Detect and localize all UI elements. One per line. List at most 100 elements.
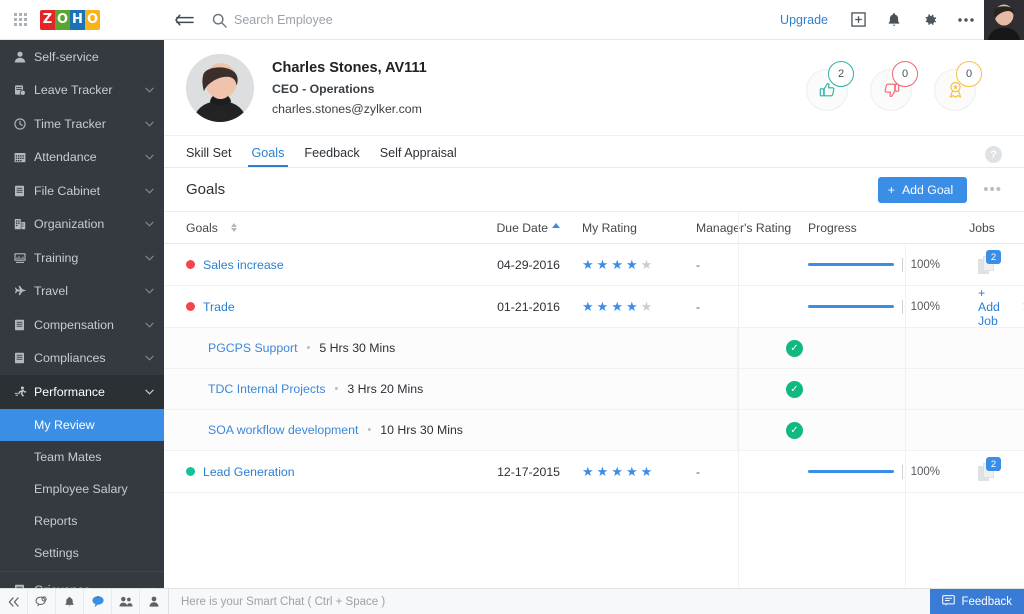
goals-table: Goals Due Date My Rating Manager's Ratin… [164, 212, 1024, 588]
table-row[interactable]: Sales increase 04-29-2016 ★ ★ ★ ★ ★ -100% 2 [164, 244, 1024, 286]
jobs-count-icon[interactable]: 2 [978, 457, 1001, 481]
sidebar-item-compensation[interactable]: Compensation [0, 308, 164, 342]
profile-header: Charles Stones, AV111 CEO - Operations c… [164, 40, 1024, 136]
smart-chat-icon[interactable] [84, 588, 112, 614]
sidebar-subitem-team-mates[interactable]: Team Mates [0, 441, 164, 473]
chevron-down-icon[interactable] [145, 286, 154, 296]
person-icon[interactable] [140, 589, 168, 614]
thumbs-down-badge[interactable]: 0 [870, 60, 918, 111]
goal-name-link[interactable]: Trade [203, 300, 235, 314]
column-divider [905, 244, 906, 588]
plane-icon [14, 285, 34, 297]
ellipsis-icon[interactable] [948, 0, 984, 40]
chevron-down-icon[interactable] [145, 253, 154, 263]
job-row[interactable]: TDC Internal Projects • 3 Hrs 20 Mins ✓ [164, 368, 1024, 410]
main-content: Charles Stones, AV111 CEO - Operations c… [164, 40, 1024, 588]
table-row[interactable]: Lead Generation 12-17-2015 ★ ★ ★ ★ ★ -100% 2 [164, 451, 1024, 493]
chevron-down-icon[interactable] [145, 119, 154, 129]
table-row[interactable]: Trade01-21-2016★★★★★-100%+ Add Job✕ [164, 286, 1024, 328]
sidebar-subitem-employee-salary[interactable]: Employee Salary [0, 473, 164, 505]
smart-chat-input[interactable]: Here is your Smart Chat ( Ctrl + Space ) [169, 596, 930, 608]
plus-square-icon[interactable] [840, 0, 876, 40]
progress-divider [901, 299, 903, 314]
sidebar-item-leave-tracker[interactable]: Leave Tracker [0, 74, 164, 108]
column-header-due-date[interactable]: Due Date [450, 221, 560, 235]
chevron-down-icon[interactable] [145, 320, 154, 330]
feedback-button[interactable]: Feedback [930, 588, 1024, 614]
sidebar-item-travel[interactable]: Travel [0, 275, 164, 309]
sidebar-item-organization[interactable]: Organization [0, 208, 164, 242]
help-icon[interactable]: ? [985, 146, 1002, 163]
search-input[interactable] [234, 13, 494, 27]
sidebar-subitem-my-review[interactable]: My Review [0, 408, 164, 441]
add-goal-button[interactable]: + Add Goal [877, 176, 968, 203]
chevron-down-icon[interactable] [145, 219, 154, 229]
goals-more-icon[interactable]: ••• [983, 181, 1002, 198]
column-header-goals[interactable]: Goals [164, 221, 450, 235]
star-icon: ★ [582, 464, 594, 479]
jobs-cell: 2 [940, 457, 1024, 481]
rating-stars[interactable]: ★ ★ ★ ★ ★ [582, 465, 690, 478]
star-icon: ★ [582, 299, 594, 314]
rating-stars[interactable]: ★ ★ ★ ★ ★ [582, 258, 690, 271]
user-avatar[interactable] [984, 0, 1024, 40]
sidebar-item-performance[interactable]: Performance [0, 375, 164, 409]
rating-stars[interactable]: ★ ★ ★ ★ ★ [582, 300, 690, 313]
upgrade-link[interactable]: Upgrade [768, 13, 840, 27]
sidebar-item-self-service[interactable]: Self-service [0, 40, 164, 74]
zoho-logo[interactable]: Z O H O [40, 9, 100, 31]
sidebar-subitem-settings[interactable]: Settings [0, 537, 164, 569]
progress-percent: 100% [910, 258, 940, 271]
sort-ascending-icon [552, 222, 560, 228]
star-icon: ★ [640, 464, 653, 479]
profile-avatar[interactable] [186, 53, 254, 122]
column-divider [738, 212, 739, 588]
tab-goals[interactable]: Goals [242, 146, 295, 167]
sidebar-item-training[interactable]: Training [0, 241, 164, 275]
collapse-sidebar-icon[interactable] [164, 0, 204, 40]
contacts-icon[interactable] [112, 588, 140, 614]
jobs-count-icon[interactable]: 2 [978, 250, 1001, 274]
sidebar-subitem-reports[interactable]: Reports [0, 505, 164, 537]
chevron-down-icon[interactable] [145, 85, 154, 95]
tab-self-appraisal[interactable]: Self Appraisal [370, 146, 467, 167]
add-job-link[interactable]: + Add Job [978, 286, 1000, 328]
sidebar-item-attendance[interactable]: Attendance [0, 141, 164, 175]
goal-name-link[interactable]: Lead Generation [203, 465, 295, 479]
chevron-down-icon[interactable] [145, 387, 154, 397]
sidebar-subitem-label: Reports [34, 513, 78, 528]
chevron-down-icon[interactable] [145, 353, 154, 363]
job-name-link[interactable]: SOA workflow development [208, 423, 358, 437]
sidebar-item-file-cabinet[interactable]: File Cabinet [0, 174, 164, 208]
feedback-label: Feedback [961, 595, 1012, 608]
chevron-down-icon[interactable] [145, 152, 154, 162]
bell-icon[interactable] [56, 588, 84, 614]
chevron-down-icon[interactable] [145, 186, 154, 196]
progress-bar [808, 305, 894, 308]
gear-icon[interactable] [912, 0, 948, 40]
chat-bubble-icon[interactable] [28, 588, 56, 614]
progress-divider [901, 257, 903, 272]
collapse-chat-icon[interactable] [0, 588, 28, 614]
column-header-jobs: Jobs [969, 220, 995, 235]
job-name-link[interactable]: PGCPS Support [208, 341, 298, 355]
sidebar-item-compliances[interactable]: Compliances [0, 342, 164, 376]
chevron-down-icon[interactable] [145, 585, 154, 588]
search-icon[interactable] [204, 0, 234, 40]
goal-name-link[interactable]: Sales increase [203, 258, 284, 272]
sidebar-item-time-tracker[interactable]: Time Tracker [0, 107, 164, 141]
award-badge[interactable]: 0 [934, 60, 982, 111]
bell-icon[interactable] [876, 0, 912, 40]
job-name-link[interactable]: TDC Internal Projects [208, 382, 326, 396]
tab-feedback[interactable]: Feedback [294, 146, 369, 167]
tab-skill-set[interactable]: Skill Set [186, 146, 242, 167]
apps-grid-icon[interactable] [0, 13, 40, 26]
progress-cell: 100% [800, 464, 940, 479]
sidebar-item-grievance[interactable]: Grievance [0, 574, 164, 588]
sidebar: Self-service Leave Tracker Time Tracker Att… [0, 40, 164, 588]
thumbs-up-badge[interactable]: 2 [806, 60, 854, 111]
job-row[interactable]: SOA workflow development • 10 Hrs 30 Mins ✓ [164, 409, 1024, 451]
job-row[interactable]: PGCPS Support • 5 Hrs 30 Mins ✓ [164, 327, 1024, 369]
sort-control-icon[interactable] [230, 223, 237, 232]
profile-role: CEO - Operations [272, 81, 375, 96]
